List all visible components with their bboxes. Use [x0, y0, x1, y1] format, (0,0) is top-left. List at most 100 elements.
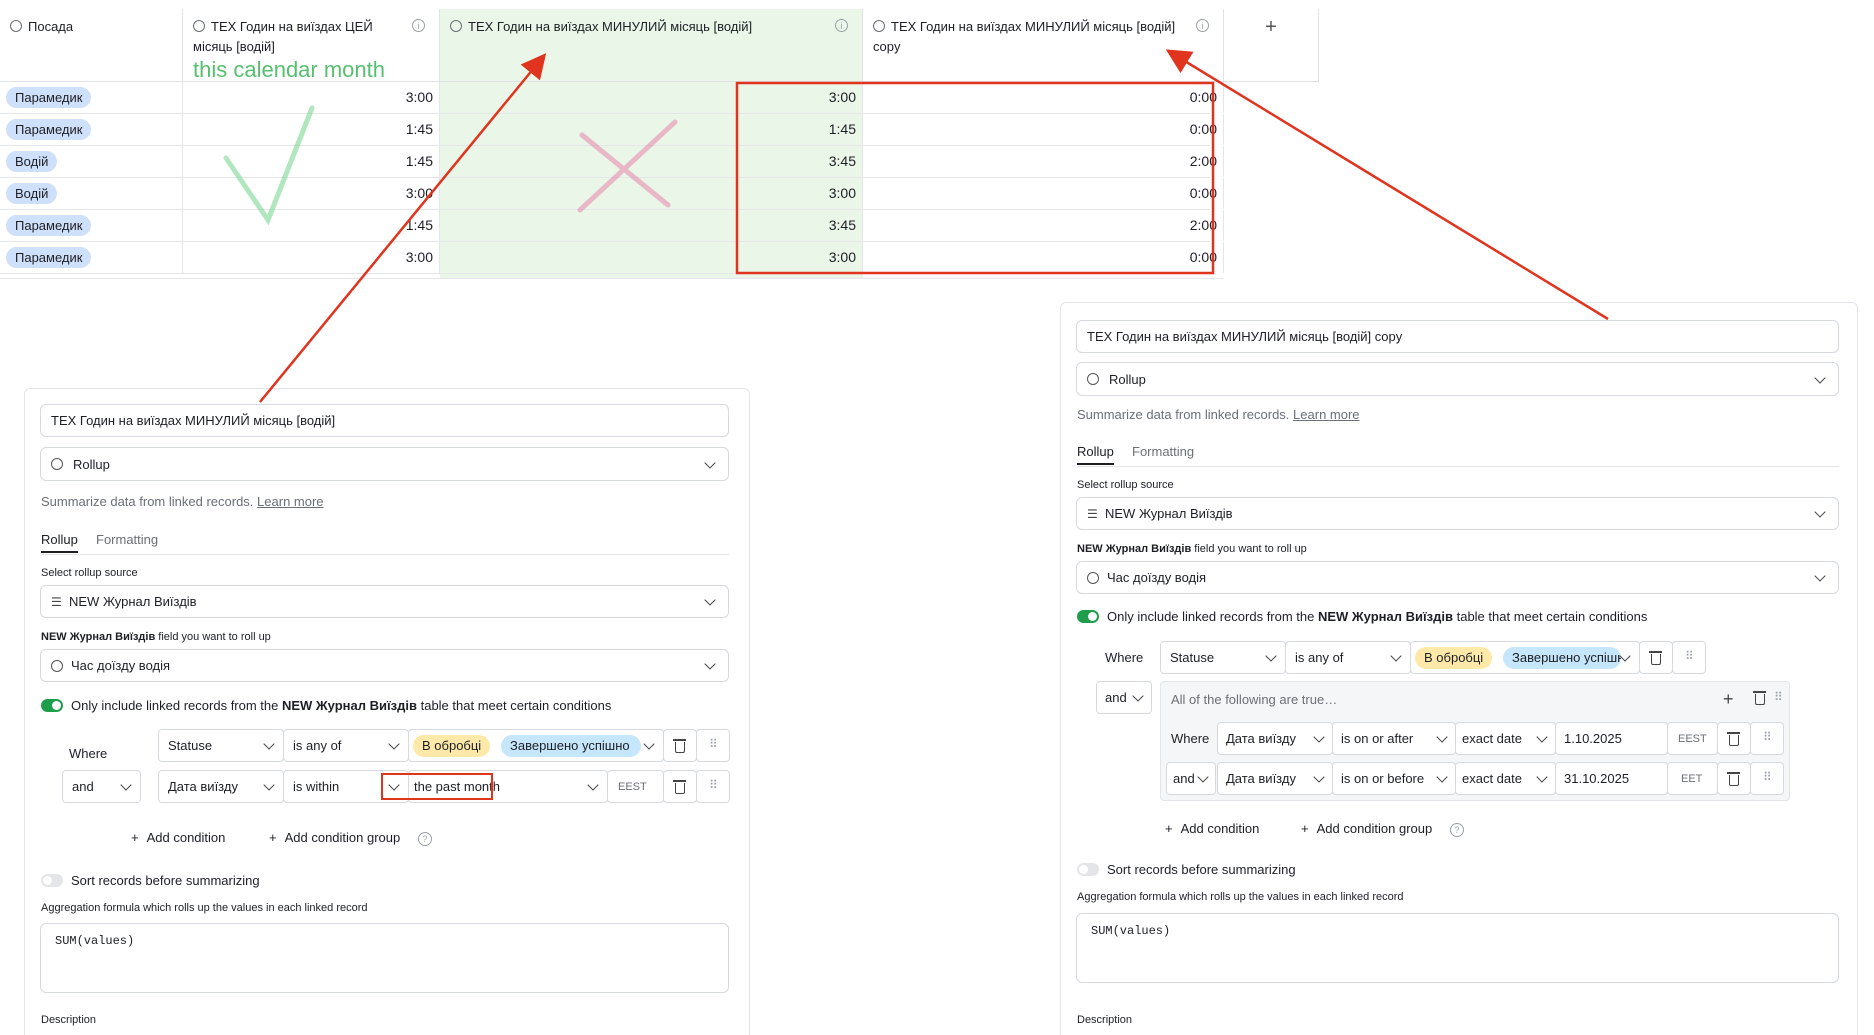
cell-last-month[interactable]: 3:45: [440, 210, 863, 241]
cell-this-month[interactable]: 3:00: [183, 82, 440, 113]
condition-field-select[interactable]: Дата виїзду: [1217, 722, 1333, 755]
tab-formatting[interactable]: Formatting: [96, 532, 158, 547]
sort-toggle[interactable]: [1077, 863, 1099, 876]
cell-last-month-copy[interactable]: 2:00: [863, 210, 1224, 241]
delete-condition-button[interactable]: [663, 770, 697, 803]
plus-icon: +: [269, 830, 277, 845]
field-type-select[interactable]: Rollup: [40, 447, 729, 481]
cell-last-month[interactable]: 1:45: [440, 114, 863, 145]
condition-operator-select[interactable]: is on or before: [1332, 762, 1456, 795]
date-mode-select[interactable]: exact date: [1455, 762, 1556, 795]
condition-field-select[interactable]: Дата виїзду: [1217, 762, 1333, 795]
help-icon[interactable]: ?: [1449, 823, 1464, 837]
column-header-last-month[interactable]: ТЕХ Годин на виїздах МИНУЛИЙ місяць [вод…: [440, 9, 863, 82]
rollup-field-select[interactable]: Час доїзду водія: [1076, 561, 1839, 594]
conditions-toggle[interactable]: [41, 699, 63, 712]
trash-icon[interactable]: [1753, 691, 1766, 705]
add-condition-group-button[interactable]: + Add condition group ?: [1301, 821, 1464, 837]
condition-join-select[interactable]: and: [62, 770, 141, 803]
chevron-down-icon: [263, 779, 275, 791]
condition-join-select[interactable]: and: [1166, 762, 1216, 795]
conditions-toggle[interactable]: [1077, 610, 1099, 623]
cell-this-month[interactable]: 3:00: [183, 242, 440, 273]
condition-field-select[interactable]: Дата виїзду: [158, 770, 284, 803]
table-row[interactable]: Парамедик 3:00 3:00 0:00: [0, 242, 1224, 274]
add-condition-button[interactable]: + Add condition: [131, 830, 225, 845]
sort-toggle[interactable]: [41, 874, 63, 887]
cell-this-month[interactable]: 1:45: [183, 210, 440, 241]
cell-position[interactable]: Парамедик: [0, 82, 183, 113]
column-header-this-month[interactable]: ТЕХ Годин на виїздах ЦЕЙ місяць [водій] …: [183, 9, 440, 82]
cell-last-month[interactable]: 3:00: [440, 82, 863, 113]
column-header-position[interactable]: Посада: [0, 9, 183, 82]
delete-condition-button[interactable]: [663, 729, 697, 762]
table-row[interactable]: Парамедик 1:45 1:45 0:00: [0, 114, 1224, 146]
delete-condition-button[interactable]: [1717, 762, 1751, 795]
delete-condition-button[interactable]: [1717, 722, 1751, 755]
learn-more-link[interactable]: Learn more: [1293, 407, 1359, 422]
cell-position[interactable]: Водій: [0, 146, 183, 177]
help-icon[interactable]: ?: [417, 832, 432, 846]
formula-editor[interactable]: SUM(values): [40, 923, 729, 993]
field-name-input[interactable]: ТЕХ Годин на виїздах МИНУЛИЙ місяць [вод…: [40, 404, 729, 437]
add-column-button[interactable]: +: [1224, 9, 1319, 82]
condition-operator-select[interactable]: is any of: [1285, 641, 1411, 674]
table-row[interactable]: Водій 1:45 3:45 2:00: [0, 146, 1224, 178]
condition-field-select[interactable]: Statuse: [158, 729, 284, 762]
condition-value-select[interactable]: В обробці Завершено успішно: [408, 729, 664, 762]
cell-last-month-copy[interactable]: 0:00: [863, 82, 1224, 113]
info-icon[interactable]: i: [412, 19, 425, 32]
cell-last-month[interactable]: 3:45: [440, 146, 863, 177]
chevron-down-icon: [120, 779, 132, 791]
rollup-source-select[interactable]: ☰ NEW Журнал Виїздів: [40, 585, 729, 618]
rollup-field-select[interactable]: Час доїзду водія: [40, 649, 729, 682]
cell-position[interactable]: Водій: [0, 178, 183, 209]
cell-last-month[interactable]: 3:00: [440, 178, 863, 209]
aggregation-label: Aggregation formula which rolls up the v…: [1077, 891, 1404, 903]
cell-position[interactable]: Парамедик: [0, 114, 183, 145]
delete-condition-button[interactable]: [1639, 641, 1673, 674]
tab-formatting[interactable]: Formatting: [1132, 444, 1194, 459]
tab-rollup[interactable]: Rollup: [1077, 444, 1114, 465]
drag-handle[interactable]: ⠿: [1672, 641, 1706, 674]
group-join-select[interactable]: and: [1096, 681, 1152, 714]
cell-this-month[interactable]: 1:45: [183, 146, 440, 177]
cell-last-month[interactable]: 3:00: [440, 242, 863, 273]
condition-operator-select[interactable]: is any of: [283, 729, 409, 762]
field-name-input[interactable]: ТЕХ Годин на виїздах МИНУЛИЙ місяць [вод…: [1076, 320, 1839, 353]
drag-handle[interactable]: ⠿: [1750, 722, 1784, 755]
table-row[interactable]: Парамедик 1:45 3:45 2:00: [0, 210, 1224, 242]
learn-more-link[interactable]: Learn more: [257, 494, 323, 509]
drag-handle[interactable]: ⠿: [1750, 762, 1784, 795]
column-header-last-month-copy[interactable]: ТЕХ Годин на виїздах МИНУЛИЙ місяць [вод…: [863, 9, 1224, 82]
cell-this-month[interactable]: 3:00: [183, 178, 440, 209]
info-icon[interactable]: i: [1196, 19, 1209, 32]
cell-position[interactable]: Парамедик: [0, 242, 183, 273]
drag-dots-icon: ⠿: [1763, 730, 1772, 744]
cell-last-month-copy[interactable]: 2:00: [863, 146, 1224, 177]
formula-editor[interactable]: SUM(values): [1076, 913, 1839, 983]
condition-operator-select[interactable]: is on or after: [1332, 722, 1456, 755]
date-value-input[interactable]: 31.10.2025: [1555, 762, 1668, 795]
add-condition-group-button[interactable]: + Add condition group ?: [269, 830, 432, 846]
add-to-group-button[interactable]: +: [1723, 690, 1734, 708]
drag-handle[interactable]: ⠿: [696, 729, 730, 762]
table-row[interactable]: Водій 3:00 3:00 0:00: [0, 178, 1224, 210]
cell-last-month-copy[interactable]: 0:00: [863, 178, 1224, 209]
rollup-source-select[interactable]: ☰ NEW Журнал Виїздів: [1076, 497, 1839, 530]
date-mode-select[interactable]: exact date: [1455, 722, 1556, 755]
add-condition-button[interactable]: + Add condition: [1165, 821, 1259, 836]
condition-field-select[interactable]: Statuse: [1160, 641, 1286, 674]
drag-handle[interactable]: ⠿: [696, 770, 730, 803]
cell-last-month-copy[interactable]: 0:00: [863, 114, 1224, 145]
cell-this-month[interactable]: 1:45: [183, 114, 440, 145]
drag-dots-icon[interactable]: ⠿: [1774, 691, 1784, 703]
cell-position[interactable]: Парамедик: [0, 210, 183, 241]
date-value-input[interactable]: 1.10.2025: [1555, 722, 1668, 755]
condition-value-select[interactable]: В обробці Завершено успішно: [1410, 641, 1640, 674]
tab-rollup[interactable]: Rollup: [41, 532, 78, 553]
table-row[interactable]: Парамедик 3:00 3:00 0:00: [0, 82, 1224, 114]
cell-last-month-copy[interactable]: 0:00: [863, 242, 1224, 273]
field-type-select[interactable]: Rollup: [1076, 362, 1839, 396]
info-icon[interactable]: i: [835, 19, 848, 32]
